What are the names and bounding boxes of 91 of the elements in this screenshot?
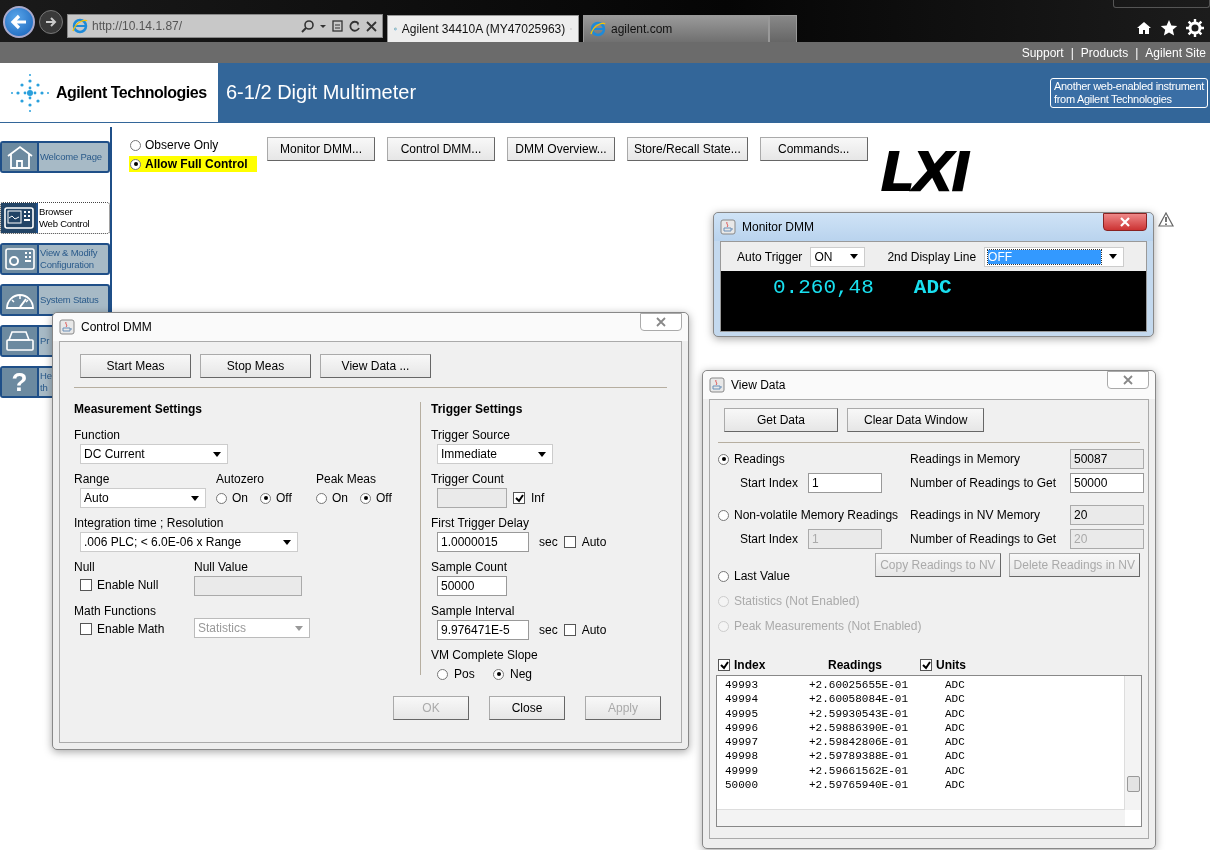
table-cell-text: 50000 [725, 778, 759, 793]
section-heading: Trigger Settings [431, 402, 524, 416]
sidebar-label: He th [39, 369, 52, 395]
table-cell-text: 49999 [725, 763, 759, 779]
field-label: Math Functions [74, 604, 158, 618]
field-label: Readings in NV Memory [910, 508, 1042, 522]
reading-value: 0.260,48 [773, 275, 874, 301]
checkbox-label: Enable Null [97, 578, 159, 592]
table-cell-text: +2.60058084E-01 [809, 692, 910, 707]
field-label: Start Index [740, 532, 800, 546]
table-cell-text: +2.60025655E-01 [809, 678, 910, 693]
radio-label: On [332, 491, 348, 505]
field-label: Sample Count [431, 560, 509, 574]
field-label: Peak Meas [316, 472, 378, 486]
question-icon: ? [11, 369, 28, 395]
checkbox-label: Enable Math [97, 622, 165, 636]
field-label: Trigger Count [431, 472, 505, 486]
field-label: Start Index [740, 476, 800, 490]
column-header: Index [734, 658, 766, 672]
radio-label: Neg [510, 667, 532, 681]
table-cell: ADC [945, 678, 965, 693]
radio-label: Non-volatile Memory Readings [734, 508, 899, 522]
table-cell-text: 49993 [725, 678, 759, 693]
radio-label: Off [276, 491, 292, 505]
table-cell-text: 49995 [725, 706, 759, 721]
table-cell-text: +2.59765940E-01 [809, 778, 910, 793]
field-label: Range [74, 472, 111, 486]
checkbox-label: Auto [581, 535, 607, 549]
field-label: Null [74, 560, 96, 574]
field-label: 2nd Display Line [887, 249, 977, 264]
table-cell-text: +2.59789388E-01 [809, 749, 910, 764]
unit-label: sec [539, 623, 558, 637]
field-label: Integration time ; Resolution [74, 516, 225, 530]
table-cell-text: +2.59842806E-01 [809, 735, 910, 750]
table-cell: ADC [945, 692, 965, 707]
table-cell: ADC [945, 706, 965, 721]
link-separator: | [1135, 45, 1139, 60]
radio-label: Statistics (Not Enabled) [734, 594, 860, 608]
link-separator: | [1070, 45, 1074, 60]
input-field: 50087 [1070, 449, 1144, 469]
field-label: Readings in Memory [910, 452, 1022, 466]
table-cell-text: 49996 [725, 720, 759, 736]
window-title: View Data [731, 378, 786, 392]
radio-label: Pos [454, 667, 475, 681]
table-cell: ADC [945, 735, 965, 750]
sidebar-label: System Status [39, 293, 99, 307]
lxi-logo: LXI [880, 142, 968, 202]
radio-label: Off [376, 491, 392, 505]
radio-label: Readings [734, 452, 785, 466]
field-label: Trigger Source [431, 428, 511, 442]
column-header: Readings [828, 658, 882, 672]
window-title: Monitor DMM [742, 220, 814, 234]
radio-label: Observe Only [145, 138, 219, 152]
table-cell: ADC [945, 778, 965, 793]
radio-label: Allow Full Control [145, 157, 248, 171]
field-label: First Trigger Delay [431, 516, 531, 530]
table-cell: ADC [945, 763, 965, 779]
checkbox-label: Inf [531, 491, 545, 505]
radio-label: Last Value [734, 569, 790, 583]
sidebar-label: Welcome Page [39, 150, 102, 164]
field-label: Null Value [194, 560, 249, 574]
sidebar-label: Browser Web Control [38, 205, 90, 231]
sidebar-label: Pr [39, 334, 50, 348]
sidebar-label: View & Modify Configuration [39, 246, 98, 272]
table-cell-text: +2.59661562E-01 [809, 763, 910, 779]
window-title: Control DMM [81, 320, 152, 334]
brand-name: Agilent Technologies [56, 83, 207, 102]
table-cell: ADC [945, 720, 965, 736]
radio-label: On [232, 491, 248, 505]
field-label: VM Complete Slope [431, 648, 539, 662]
unit-label: sec [539, 535, 558, 549]
input-field: 20 [1070, 505, 1144, 525]
field-label: Number of Readings to Get [910, 532, 1058, 546]
section-heading: Measurement Settings [74, 402, 204, 416]
field-label: Auto Trigger [737, 249, 803, 264]
field-label: Autozero [216, 472, 266, 486]
column-header: Units [936, 658, 966, 672]
checkbox-label: Auto [581, 623, 607, 637]
table-cell-text: +2.59886390E-01 [809, 720, 910, 736]
field-label: Function [74, 428, 122, 442]
reading-unit: ADC [913, 275, 952, 301]
address-text: http://10.14.1.87/ [92, 19, 184, 33]
field-label: Sample Interval [431, 604, 516, 618]
table-cell-text: 49994 [725, 692, 759, 707]
table-cell-text: 49998 [725, 749, 759, 764]
table-cell-text: 49997 [725, 735, 759, 750]
table-cell: ADC [945, 749, 965, 764]
radio-label: Peak Measurements (Not Enabled) [734, 619, 922, 633]
page-title: 6-1/2 Digit Multimeter [226, 81, 417, 104]
table-cell-text: +2.59930543E-01 [809, 706, 910, 721]
field-label: Number of Readings to Get [910, 476, 1058, 490]
